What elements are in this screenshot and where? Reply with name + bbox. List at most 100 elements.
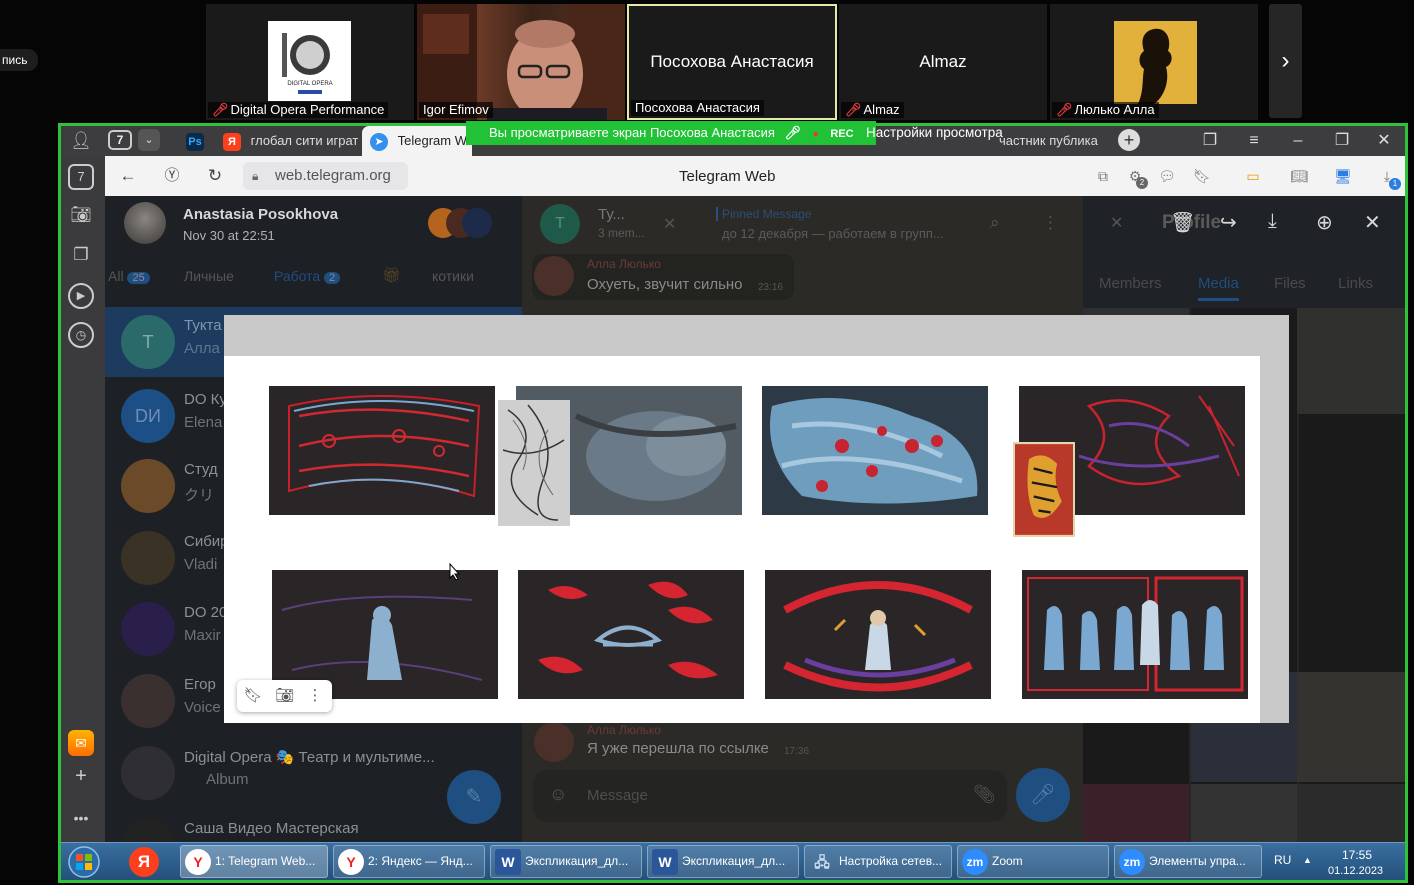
address-bar[interactable]: 🔒︎ web.telegram.org — [243, 162, 408, 190]
viewer-close-icon[interactable]: ✕ — [1364, 210, 1381, 235]
profile-close-icon[interactable]: ✕ — [1110, 213, 1123, 233]
profile-icon[interactable]: 👤︎ — [70, 130, 92, 152]
taskbar-word-1[interactable]: W Экспликация_дл... — [490, 845, 642, 878]
emoji-icon[interactable]: ☺ — [549, 784, 567, 805]
extension-icon[interactable]: ⚙ 2 — [1123, 164, 1148, 189]
share-banner: Вы просматриваете экран Посохова Анастас… — [466, 121, 876, 145]
stacked-avatars — [428, 208, 494, 238]
storyboard-tiger-card — [1013, 442, 1075, 537]
reviews-icon[interactable]: 💬︎ — [1155, 164, 1179, 188]
bookmark-icon[interactable]: 🔖︎ — [1190, 164, 1214, 188]
profile-tab-links[interactable]: Links — [1338, 275, 1373, 292]
avatar — [121, 674, 175, 728]
tab-global-city[interactable]: Я глобал сити играт — [215, 126, 360, 156]
vpn-icon[interactable]: 🖥︎ — [1331, 164, 1355, 188]
more-vertical-icon[interactable]: ⋮ — [1042, 213, 1059, 233]
recording-indicator[interactable]: пись — [0, 49, 38, 71]
pinned-text: до 12 декабря — работаем в групп... — [722, 226, 944, 241]
zoom-in-icon[interactable]: ⊕ — [1316, 210, 1333, 235]
bookmark-icon[interactable]: 🔖︎ — [243, 686, 263, 704]
view-settings-button[interactable]: Настройки просмотра — [866, 121, 1003, 145]
participant-tile-lyulko-alla[interactable]: 🎤︎ Люлько Алла — [1050, 4, 1258, 120]
battery-icon[interactable]: ▭ — [1241, 164, 1265, 188]
message-input[interactable]: ☺ Message 📎︎ — [533, 770, 1007, 822]
voice-mic-icon[interactable]: 🎤︎ — [1016, 768, 1070, 822]
reading-icon[interactable]: 📖︎ — [1287, 164, 1311, 188]
storyboard-collage-sketch — [498, 400, 570, 526]
tab-telegram-web[interactable]: ➤ Telegram Web — [362, 126, 472, 156]
word-icon: W — [495, 849, 521, 875]
new-tab-plus-icon[interactable]: + — [1118, 129, 1140, 151]
digital-opera-logo: DIGITAL OPERA — [268, 21, 351, 101]
folder-tab-personal[interactable]: Личные — [184, 268, 234, 284]
tray-chevron-icon[interactable]: ▲ — [1303, 855, 1312, 865]
yandex-pinned-icon[interactable]: Я — [127, 845, 161, 878]
search-icon[interactable]: ⌕ — [990, 213, 1000, 233]
tab-uchastnik[interactable]: частник публика — [995, 126, 1100, 156]
sidebar-history-icon[interactable]: ◷ — [68, 322, 94, 348]
participant-tile-posokhova[interactable]: Посохова Анастасия Посохова Анастасия — [627, 4, 837, 120]
sidebar-more-icon[interactable]: ••• — [68, 808, 94, 828]
taskbar-word-2[interactable]: W Экспликация_дл... — [647, 845, 799, 878]
folder-tab-work[interactable]: Работа 2 — [274, 268, 341, 284]
screenshot-camera-icon[interactable]: 📷︎ — [275, 686, 295, 704]
group-subtitle: 3 mem... — [598, 226, 645, 240]
close-window-icon[interactable]: ✕ — [1362, 126, 1406, 156]
tab-photoshop[interactable]: Ps — [180, 126, 210, 156]
profile-tab-members[interactable]: Members — [1099, 275, 1162, 292]
reload-icon[interactable]: ↻ — [201, 162, 229, 190]
tab-counter[interactable]: 7 — [108, 130, 132, 150]
download-icon[interactable]: ⤓ — [1268, 210, 1277, 233]
attach-icon[interactable]: 📎︎ — [973, 784, 996, 805]
image-hover-toolbar: 🔖︎ 📷︎ ⋮ — [237, 680, 332, 712]
folder-tab-cats[interactable]: котики — [432, 268, 474, 284]
participant-tile-almaz[interactable]: Almaz 🎤︎ Almaz — [839, 4, 1047, 120]
delete-icon[interactable]: 🗑︎ — [1170, 210, 1195, 235]
translate-icon[interactable]: ⧉ — [1091, 164, 1115, 188]
taskbar-telegram-web[interactable]: Y 1: Telegram Web... — [180, 845, 328, 878]
mic-muted-icon: 🎤︎ — [845, 102, 862, 117]
profile-tab-media[interactable]: Media — [1198, 275, 1239, 301]
more-vertical-icon[interactable]: ⋮ — [305, 686, 325, 704]
participant-name-label: 🎤︎ Люлько Алла — [1052, 102, 1159, 118]
sidebar-screenshot-icon[interactable]: 📷︎ — [68, 204, 94, 230]
taskbar-zoom[interactable]: zm Zoom — [957, 845, 1109, 878]
sidebar-tabs-icon[interactable]: 7 — [68, 164, 94, 190]
mic-muted-icon: 🎤︎ — [784, 125, 802, 140]
tab-list-chevron-icon[interactable]: ⌄ — [138, 129, 160, 151]
network-icon: 🖧︎ — [814, 854, 830, 870]
taskbar-zoom-controls[interactable]: zm Элементы упра... — [1114, 845, 1262, 878]
viewer-author-avatar — [124, 202, 166, 244]
sidebar-add-icon[interactable]: + — [68, 764, 94, 788]
close-icon[interactable]: ✕ — [663, 214, 676, 234]
browser-toolbar: ← Ⓨ ↻ 🔒︎ web.telegram.org Telegram Web ⧉… — [105, 156, 1405, 196]
downloads-icon[interactable]: ⤓ 1 — [1375, 164, 1401, 190]
collections-icon[interactable]: ❐ — [1188, 126, 1232, 156]
share-arrow-icon[interactable]: ↪ — [1220, 210, 1237, 235]
start-button-icon[interactable] — [64, 843, 104, 881]
next-page-chevron-icon[interactable]: › — [1269, 4, 1302, 118]
folder-tab-all[interactable]: All 25 — [108, 268, 150, 284]
page-title: Telegram Web — [679, 168, 776, 185]
sidebar-collections-icon[interactable]: ❐ — [68, 244, 94, 270]
menu-icon[interactable]: ≡ — [1232, 126, 1276, 156]
gift-icon[interactable]: 🎁︎ — [382, 266, 401, 284]
restore-icon[interactable]: ❐ — [1320, 126, 1364, 156]
taskbar-yandex[interactable]: Y 2: Яндекс — Янд... — [333, 845, 485, 878]
participant-tile-igor-efimov[interactable]: Igor Efimov — [417, 4, 625, 120]
avatar: T — [121, 315, 175, 369]
compose-pencil-icon[interactable]: ✎ — [447, 770, 501, 824]
sidebar-mail-icon[interactable]: ✉ — [68, 730, 94, 756]
storyboard-frame-3 — [762, 386, 988, 515]
yandex-button-icon[interactable]: Ⓨ — [158, 162, 186, 190]
language-indicator[interactable]: RU — [1274, 853, 1291, 867]
clock-date[interactable]: 01.12.2023 — [1328, 865, 1383, 877]
mouse-cursor-icon — [449, 562, 461, 581]
participant-tile-digital-opera[interactable]: DIGITAL OPERA 🎤︎ Digital Opera Performanc… — [206, 4, 414, 120]
minimize-icon[interactable]: – — [1276, 126, 1320, 156]
clock-time[interactable]: 17:55 — [1342, 848, 1372, 862]
sidebar-play-icon[interactable]: ▶ — [68, 283, 94, 309]
taskbar-network-settings[interactable]: 🖧︎ Настройка сетев... — [804, 845, 952, 878]
profile-tab-files[interactable]: Files — [1274, 275, 1306, 292]
back-arrow-icon[interactable]: ← — [114, 162, 142, 190]
